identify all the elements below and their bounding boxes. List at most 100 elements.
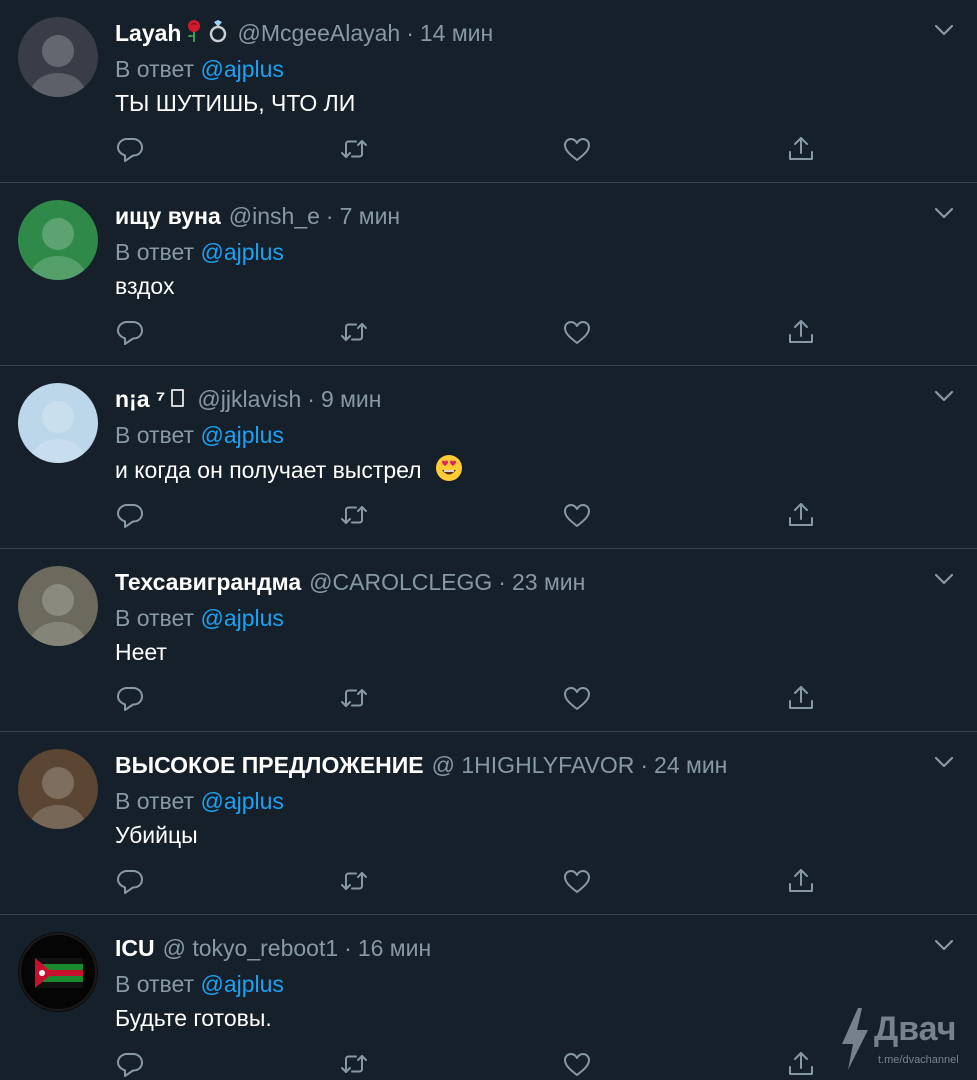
timestamp[interactable]: 14 мин	[420, 20, 493, 46]
user-handle[interactable]: @ tokyo_reboot1	[163, 935, 339, 961]
tweet-text: Будьте готовы.	[115, 1002, 272, 1034]
timestamp[interactable]: 9 мин	[321, 386, 382, 412]
user-handle[interactable]: @ 1HIGHLYFAVOR	[432, 752, 635, 778]
display-name[interactable]: n¡a ⁷	[115, 386, 165, 412]
reply-prefix: В ответ	[115, 605, 195, 631]
reply-tweet-5[interactable]: ВЫСОКОЕ ПРЕДЛОЖЕНИЕ @ 1HIGHLYFAVOR · 24 мин…	[0, 732, 977, 915]
retweet-icon[interactable]	[339, 1049, 369, 1079]
chevron-down-icon[interactable]	[933, 22, 955, 38]
tweet-text: вздох	[115, 270, 174, 302]
retweet-icon[interactable]	[339, 683, 369, 713]
tweet-text-content: Убийцы	[115, 822, 198, 848]
retweet-icon[interactable]	[339, 134, 369, 164]
tweet-text-content: Неет	[115, 639, 167, 665]
time-separator: ·	[498, 569, 506, 595]
user-handle[interactable]: @CAROLCLEGG	[309, 569, 492, 595]
reply-icon[interactable]	[115, 1049, 145, 1079]
reply-tweet-6[interactable]: ICU @ tokyo_reboot1 · 16 мин В ответ @ajplu…	[0, 915, 977, 1080]
reply-to-handle[interactable]: @ajplus	[200, 971, 283, 997]
chevron-down-icon[interactable]	[933, 754, 955, 770]
retweet-icon[interactable]	[339, 500, 369, 530]
tweet-header: Layah @McgeeAlayah · 14 мин	[115, 17, 493, 49]
tweet-text-content: и когда он получает выстрел	[115, 457, 422, 484]
display-name[interactable]: ищу вуна	[115, 203, 221, 229]
watermark-logo: Двач t.me/dvachannel	[838, 1006, 973, 1076]
retweet-icon[interactable]	[339, 866, 369, 896]
tweet-actions	[0, 683, 977, 717]
tweet-header: n¡a ⁷ @jjklavish · 9 мин	[115, 383, 381, 415]
tweet-text-content: ТЫ ШУТИШЬ, ЧТО ЛИ	[115, 90, 356, 116]
reply-to-handle[interactable]: @ajplus	[200, 605, 283, 631]
heart-eyes-emoji-icon	[434, 453, 464, 491]
reply-to-handle[interactable]: @ajplus	[200, 788, 283, 814]
reply-icon[interactable]	[115, 866, 145, 896]
name-badges	[181, 19, 229, 46]
reply-tweet-3[interactable]: n¡a ⁷ @jjklavish · 9 мин В ответ @ajplus и …	[0, 366, 977, 549]
reply-tweet-1[interactable]: Layah @McgeeAlayah · 14 мин В ответ @ajplus…	[0, 0, 977, 183]
timestamp[interactable]: 16 мин	[358, 935, 431, 961]
time-separator: ·	[325, 203, 334, 229]
like-icon[interactable]	[562, 866, 592, 896]
display-name[interactable]: Техсавиграндма	[115, 569, 301, 595]
share-icon[interactable]	[786, 134, 816, 164]
user-handle[interactable]: @McgeeAlayah	[237, 20, 400, 46]
like-icon[interactable]	[562, 683, 592, 713]
reply-tweet-2[interactable]: ищу вуна @insh_e · 7 мин В ответ @ajplus вз…	[0, 183, 977, 366]
tweet-text: ТЫ ШУТИШЬ, ЧТО ЛИ	[115, 87, 355, 119]
time-separator: ·	[307, 386, 315, 412]
avatar[interactable]	[18, 200, 98, 280]
tweet-actions	[0, 500, 977, 534]
user-handle[interactable]: @insh_e	[229, 203, 320, 229]
reply-prefix: В ответ	[115, 971, 195, 997]
timestamp[interactable]: 7 мин	[340, 203, 401, 229]
avatar[interactable]	[18, 566, 98, 646]
avatar[interactable]	[18, 383, 98, 463]
tweet-header: ICU @ tokyo_reboot1 · 16 мин	[115, 932, 431, 964]
reply-icon[interactable]	[115, 134, 145, 164]
name-badges	[165, 386, 189, 412]
reply-icon[interactable]	[115, 683, 145, 713]
user-handle[interactable]: @jjklavish	[197, 386, 301, 412]
reply-context: В ответ @ajplus	[115, 236, 284, 268]
reply-context: В ответ @ajplus	[115, 419, 284, 451]
share-icon[interactable]	[786, 866, 816, 896]
display-name[interactable]: ICU	[115, 935, 155, 961]
tweet-text-content: Будьте готовы.	[115, 1005, 272, 1031]
like-icon[interactable]	[562, 134, 592, 164]
chevron-down-icon[interactable]	[933, 571, 955, 587]
tweet-text-content: вздох	[115, 273, 175, 299]
replies-feed: Layah @McgeeAlayah · 14 мин В ответ @ajplus…	[0, 0, 977, 1080]
reply-context: В ответ @ajplus	[115, 53, 284, 85]
tweet-header: ВЫСОКОЕ ПРЕДЛОЖЕНИЕ @ 1HIGHLYFAVOR · 24 мин	[115, 749, 727, 781]
chevron-down-icon[interactable]	[933, 205, 955, 221]
reply-icon[interactable]	[115, 500, 145, 530]
avatar[interactable]	[18, 17, 98, 97]
time-separator: ·	[640, 752, 649, 778]
display-name[interactable]: Layah	[115, 20, 181, 46]
chevron-down-icon[interactable]	[933, 937, 955, 953]
display-name[interactable]: ВЫСОКОЕ ПРЕДЛОЖЕНИЕ	[115, 752, 424, 778]
retweet-icon[interactable]	[339, 317, 369, 347]
timestamp[interactable]: 23 мин	[512, 569, 585, 595]
share-icon[interactable]	[786, 683, 816, 713]
share-icon[interactable]	[786, 1049, 816, 1079]
avatar[interactable]	[18, 749, 98, 829]
reply-tweet-4[interactable]: Техсавиграндма @CAROLCLEGG · 23 мин В ответ…	[0, 549, 977, 732]
chevron-down-icon[interactable]	[933, 388, 955, 404]
reply-prefix: В ответ	[115, 422, 195, 448]
reply-to-handle[interactable]: @ajplus	[200, 56, 283, 82]
share-icon[interactable]	[786, 317, 816, 347]
like-icon[interactable]	[562, 1049, 592, 1079]
reply-to-handle[interactable]: @ajplus	[200, 239, 283, 265]
timestamp[interactable]: 24 мин	[654, 752, 727, 778]
tweet-text: Неет	[115, 636, 167, 668]
like-icon[interactable]	[562, 500, 592, 530]
avatar[interactable]	[18, 932, 98, 1012]
reply-icon[interactable]	[115, 317, 145, 347]
like-icon[interactable]	[562, 317, 592, 347]
reply-to-handle[interactable]: @ajplus	[200, 422, 283, 448]
tweet-actions	[0, 317, 977, 351]
tweet-text: Убийцы	[115, 819, 198, 851]
watermark-link: t.me/dvachannel	[878, 1054, 959, 1066]
share-icon[interactable]	[786, 500, 816, 530]
